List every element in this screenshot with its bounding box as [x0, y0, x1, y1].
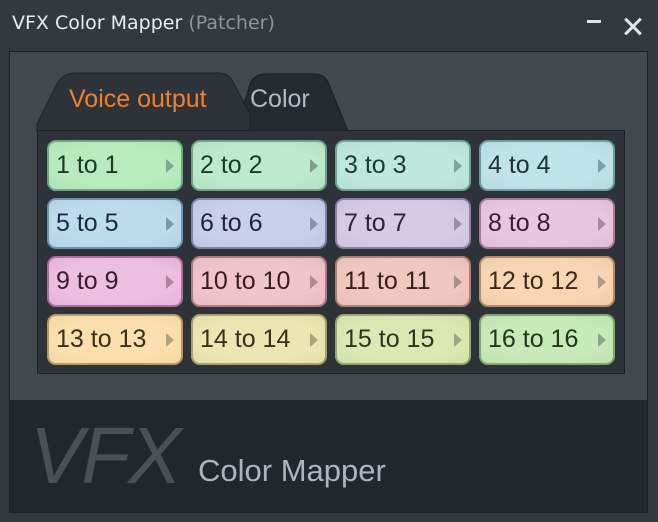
mapping-button[interactable]: 12 to 12: [479, 256, 615, 307]
mapping-button[interactable]: 3 to 3: [335, 140, 471, 191]
window-title-main: VFX Color Mapper: [12, 12, 183, 34]
close-button[interactable]: [622, 15, 644, 37]
mapping-button[interactable]: 11 to 11: [335, 256, 471, 307]
play-arrow-icon: [166, 217, 174, 231]
tab-voice-output[interactable]: Voice output: [36, 72, 252, 132]
mapping-label: 3 to 3: [344, 151, 407, 179]
play-arrow-icon: [166, 333, 174, 347]
mapping-button[interactable]: 6 to 6: [191, 198, 327, 249]
play-arrow-icon: [598, 333, 606, 347]
mapping-label: 11 to 11: [344, 267, 431, 295]
mapping-label: 9 to 9: [56, 267, 119, 295]
play-arrow-icon: [454, 333, 462, 347]
play-arrow-icon: [598, 217, 606, 231]
mapping-label: 1 to 1: [56, 151, 119, 179]
mapping-label: 12 to 12: [488, 267, 579, 295]
window-title-subtitle: (Patcher): [188, 12, 275, 34]
mapping-label: 5 to 5: [56, 209, 119, 237]
play-arrow-icon: [310, 217, 318, 231]
mapping-button[interactable]: 16 to 16: [479, 314, 615, 365]
logo-vfx: VFX: [30, 411, 182, 500]
mapping-label: 4 to 4: [488, 151, 551, 179]
mapping-button[interactable]: 4 to 4: [479, 140, 615, 191]
play-arrow-icon: [454, 217, 462, 231]
minimize-button[interactable]: [587, 20, 601, 23]
logo-subtitle: Color Mapper: [198, 453, 386, 488]
play-arrow-icon: [310, 159, 318, 173]
mapping-button[interactable]: 13 to 13: [47, 314, 183, 365]
title-bar: VFX Color Mapper (Patcher): [0, 0, 658, 50]
mapping-button[interactable]: 14 to 14: [191, 314, 327, 365]
mapping-button[interactable]: 15 to 15: [335, 314, 471, 365]
mapping-button[interactable]: 7 to 7: [335, 198, 471, 249]
play-arrow-icon: [166, 159, 174, 173]
mapping-label: 13 to 13: [56, 325, 147, 353]
mapping-button[interactable]: 2 to 2: [191, 140, 327, 191]
mapping-label: 14 to 14: [200, 325, 291, 353]
play-arrow-icon: [166, 275, 174, 289]
mapping-label: 15 to 15: [344, 325, 435, 353]
mapping-button[interactable]: 8 to 8: [479, 198, 615, 249]
tab-bar: Color Voice output: [36, 72, 356, 132]
play-arrow-icon: [310, 333, 318, 347]
tab-color-label: Color: [250, 85, 310, 113]
play-arrow-icon: [310, 275, 318, 289]
mapping-label: 7 to 7: [344, 209, 407, 237]
window-title: VFX Color Mapper (Patcher): [12, 12, 275, 34]
mapping-label: 16 to 16: [488, 325, 579, 353]
mapping-button[interactable]: 1 to 1: [47, 140, 183, 191]
play-arrow-icon: [598, 275, 606, 289]
mapping-button[interactable]: 9 to 9: [47, 256, 183, 307]
play-arrow-icon: [598, 159, 606, 173]
play-arrow-icon: [454, 159, 462, 173]
mapping-button[interactable]: 5 to 5: [47, 198, 183, 249]
mapping-button[interactable]: 10 to 10: [191, 256, 327, 307]
tab-color[interactable]: Color: [236, 72, 350, 132]
tab-voice-output-label: Voice output: [69, 85, 207, 113]
mapping-label: 2 to 2: [200, 151, 263, 179]
play-arrow-icon: [454, 275, 462, 289]
mapping-label: 10 to 10: [200, 267, 291, 295]
mapping-label: 8 to 8: [488, 209, 551, 237]
mapping-grid: 1 to 1 2 to 2 3 to 3 4 to 4 5 to 5 6 to 6 7 to…: [47, 140, 615, 365]
mapping-label: 6 to 6: [200, 209, 263, 237]
